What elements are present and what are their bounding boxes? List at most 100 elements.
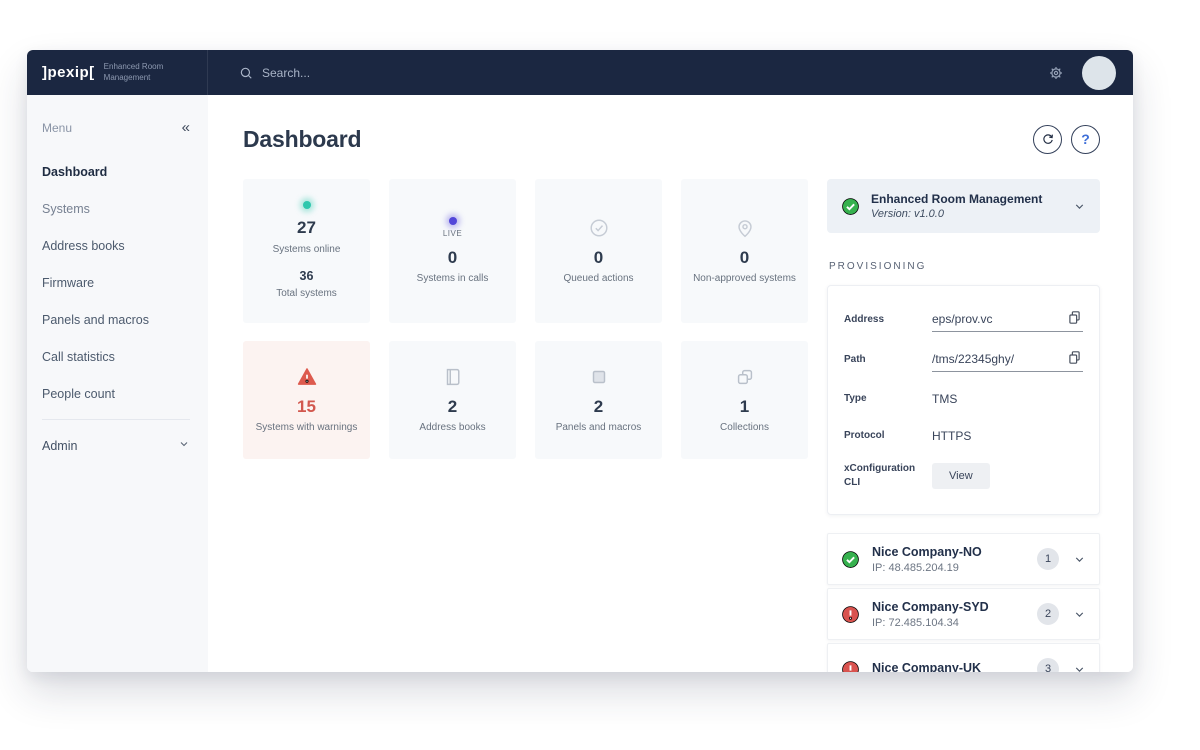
page-title: Dashboard — [243, 125, 362, 152]
collections-label: Collections — [720, 421, 769, 433]
topbar-actions — [1048, 55, 1133, 90]
search-icon — [240, 67, 252, 79]
live-status-dot-icon — [448, 216, 457, 225]
status-ok-icon — [841, 550, 860, 569]
collapse-sidebar-icon[interactable]: « — [182, 119, 190, 136]
type-label: Type — [844, 392, 867, 404]
chevron-down-icon[interactable] — [1073, 553, 1086, 566]
copy-icon[interactable] — [1066, 349, 1083, 366]
count-badge: 1 — [1037, 548, 1059, 570]
systems-online-value: 27 — [297, 218, 316, 238]
chevron-down-icon[interactable] — [1073, 663, 1086, 673]
version-card-title: Enhanced Room Management — [871, 192, 1043, 206]
sidebar-nav: Dashboard Systems Address books Firmware… — [42, 153, 190, 412]
company-ip: IP: 72.485.104.34 — [872, 616, 959, 629]
status-error-icon — [841, 605, 860, 624]
stat-card-queued-actions: 0 Queued actions — [535, 179, 662, 323]
provisioning-row-path: Path /tms/22345ghy/ — [844, 340, 1083, 380]
warnings-value: 15 — [297, 396, 316, 416]
company-name: Nice Company-NO — [872, 544, 982, 559]
online-status-dot-icon — [302, 201, 311, 210]
company-row-nice-company-syd[interactable]: Nice Company-SYD IP: 72.485.104.34 2 — [827, 588, 1100, 640]
stat-card-panels-and-macros: 2 Panels and macros — [535, 341, 662, 459]
provisioning-card: Address eps/prov.vc Path /tms/22345ghy/ … — [827, 285, 1100, 515]
xconfiguration-cli-label: xConfiguration CLI — [844, 463, 916, 488]
queued-actions-label: Queued actions — [563, 272, 634, 284]
page-header: Dashboard ? — [243, 121, 1100, 157]
copy-icon[interactable] — [1066, 309, 1083, 326]
provisioning-row-type: Type TMS — [844, 380, 1083, 417]
refresh-button[interactable] — [1033, 124, 1062, 154]
help-icon: ? — [1081, 131, 1090, 147]
stat-cards-grid: 27 Systems online 36 Total systems LIVE … — [243, 179, 808, 672]
panels-macros-value: 2 — [593, 396, 604, 416]
provisioning-row-address: Address eps/prov.vc — [844, 300, 1083, 340]
sidebar-divider — [42, 419, 190, 420]
company-row-nice-company-no[interactable]: Nice Company-NO IP: 48.485.204.19 1 — [827, 533, 1100, 585]
company-row-nice-company-uk[interactable]: Nice Company-UK 3 — [827, 643, 1100, 672]
stat-card-systems-in-calls: LIVE 0 Systems in calls — [389, 179, 516, 323]
address-books-label: Address books — [419, 421, 486, 433]
topbar: ]pexip[ Enhanced Room Management Search.… — [27, 50, 1133, 95]
sidebar-item-firmware[interactable]: Firmware — [42, 264, 190, 301]
sidebar-header: Menu « — [42, 119, 190, 136]
sidebar-item-panels-and-macros[interactable]: Panels and macros — [42, 301, 190, 338]
menu-label: Menu — [42, 120, 73, 135]
refresh-icon — [1042, 134, 1053, 144]
user-avatar[interactable] — [1082, 55, 1116, 90]
search-bar[interactable]: Search... — [239, 66, 310, 80]
panel-icon — [588, 366, 610, 388]
address-value[interactable]: eps/prov.vc — [932, 312, 992, 326]
protocol-label: Protocol — [844, 429, 885, 441]
product-name: Enhanced Room Management — [103, 62, 164, 82]
sidebar-item-call-statistics[interactable]: Call statistics — [42, 338, 190, 375]
gear-icon[interactable] — [1048, 65, 1064, 81]
stat-card-collections: 1 Collections — [681, 341, 808, 459]
status-ok-icon — [841, 197, 860, 216]
company-ip: IP: 48.485.204.19 — [872, 561, 959, 574]
sidebar-item-systems[interactable]: Systems — [42, 190, 190, 227]
live-label: LIVE — [442, 228, 463, 238]
collections-value: 1 — [739, 396, 750, 416]
app-window: ]pexip[ Enhanced Room Management Search.… — [27, 50, 1133, 672]
path-value[interactable]: /tms/22345ghy/ — [932, 352, 1014, 366]
check-circle-icon — [588, 217, 610, 239]
status-error-icon — [841, 660, 860, 672]
companies-list: Nice Company-NO IP: 48.485.204.19 1 Nice… — [827, 533, 1100, 672]
sidebar-item-admin[interactable]: Admin — [42, 427, 190, 464]
count-badge: 2 — [1037, 603, 1059, 625]
sidebar-item-address-books[interactable]: Address books — [42, 227, 190, 264]
right-panel: Enhanced Room Management Version: v1.0.0… — [827, 179, 1100, 672]
brand: ]pexip[ Enhanced Room Management — [27, 50, 208, 95]
collections-icon — [734, 366, 756, 388]
company-name: Nice Company-SYD — [872, 599, 989, 614]
view-button[interactable]: View — [932, 463, 990, 489]
search-placeholder: Search... — [262, 65, 311, 80]
provisioning-section-label: PROVISIONING — [829, 261, 927, 272]
pexip-logo: ]pexip[ — [42, 64, 95, 81]
stat-card-non-approved: 0 Non-approved systems — [681, 179, 808, 323]
version-card[interactable]: Enhanced Room Management Version: v1.0.0 — [827, 179, 1100, 233]
chevron-down-icon[interactable] — [1073, 608, 1086, 621]
sidebar: Menu « Dashboard Systems Address books F… — [27, 95, 208, 672]
sidebar-item-dashboard[interactable]: Dashboard — [42, 153, 190, 190]
stat-card-address-books: 2 Address books — [389, 341, 516, 459]
chevron-down-icon[interactable] — [1073, 200, 1086, 213]
address-book-icon — [442, 366, 464, 388]
provisioning-row-xconfiguration: xConfiguration CLI View — [844, 454, 1083, 498]
stat-card-systems-with-warnings: 15 Systems with warnings — [243, 341, 370, 459]
address-books-value: 2 — [447, 396, 458, 416]
main-content: Dashboard ? 27 Systems online 36 Total s… — [208, 95, 1133, 672]
address-label: Address — [844, 314, 885, 325]
non-approved-value: 0 — [739, 247, 750, 267]
help-button[interactable]: ? — [1071, 124, 1100, 154]
admin-label: Admin — [42, 438, 78, 453]
warnings-label: Systems with warnings — [255, 421, 358, 433]
queued-actions-value: 0 — [593, 247, 604, 267]
systems-in-calls-value: 0 — [447, 247, 458, 267]
path-label: Path — [844, 354, 866, 365]
total-systems-label: Total systems — [276, 288, 337, 300]
type-value: TMS — [932, 391, 958, 406]
sidebar-item-people-count[interactable]: People count — [42, 375, 190, 412]
systems-online-label: Systems online — [272, 243, 341, 255]
